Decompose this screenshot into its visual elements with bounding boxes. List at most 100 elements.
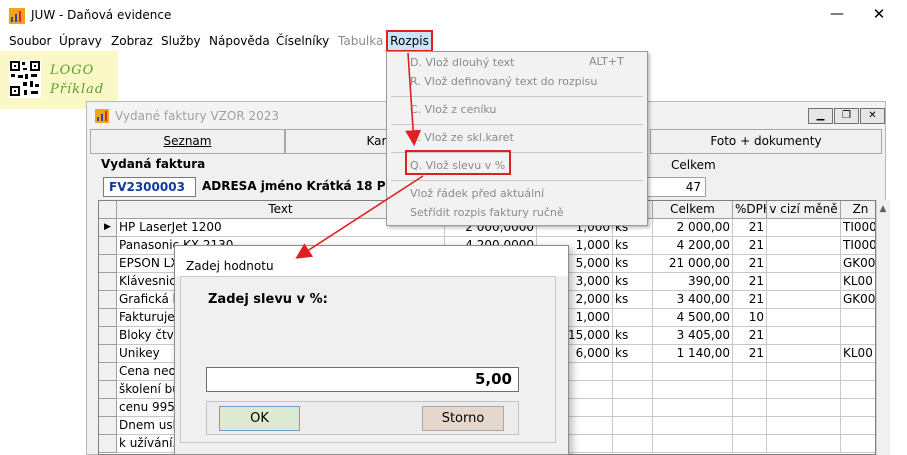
cell-vat[interactable]: 21 <box>733 237 767 255</box>
current-row-indicator-icon[interactable]: ▶ <box>99 219 117 237</box>
cell-unit[interactable] <box>613 309 653 327</box>
cell-unit[interactable] <box>613 417 653 435</box>
cell-code[interactable] <box>841 435 875 453</box>
cell-vat[interactable] <box>733 381 767 399</box>
cell-total[interactable]: 1 140,00 <box>653 345 733 363</box>
cell-code[interactable] <box>841 399 875 417</box>
cell-vat[interactable]: 21 <box>733 255 767 273</box>
grid-scrollbar[interactable] <box>876 200 890 455</box>
cell-total[interactable]: 4 200,00 <box>653 237 733 255</box>
cell-total[interactable]: 21 000,00 <box>653 255 733 273</box>
cell-code[interactable]: KL00 <box>841 345 875 363</box>
menu-rozpis[interactable]: Rozpis <box>386 30 433 52</box>
cell-total[interactable]: 4 500,00 <box>653 309 733 327</box>
window-minimize-icon[interactable]: ▁ <box>808 108 833 124</box>
cell-code[interactable] <box>841 327 875 345</box>
cell-foreign[interactable] <box>767 345 841 363</box>
cell-foreign[interactable] <box>767 291 841 309</box>
grid-header-code[interactable]: Zn <box>841 201 875 219</box>
row-indicator[interactable] <box>99 327 117 345</box>
cell-unit[interactable] <box>613 435 653 453</box>
cell-vat[interactable] <box>733 399 767 417</box>
cell-foreign[interactable] <box>767 309 841 327</box>
menu-soubor[interactable]: Soubor <box>9 34 51 48</box>
cell-vat[interactable] <box>733 435 767 453</box>
row-indicator[interactable] <box>99 363 117 381</box>
close-icon[interactable]: ✕ <box>864 3 894 27</box>
cell-total[interactable]: 3 400,00 <box>653 291 733 309</box>
cell-unit[interactable] <box>613 363 653 381</box>
cell-vat[interactable]: 21 <box>733 345 767 363</box>
grid-header-vat[interactable]: %DPH <box>733 201 767 219</box>
cell-foreign[interactable] <box>767 417 841 435</box>
cell-vat[interactable] <box>733 417 767 435</box>
row-indicator[interactable] <box>99 345 117 363</box>
cell-code[interactable]: KL00 <box>841 273 875 291</box>
cell-total[interactable] <box>653 399 733 417</box>
cell-code[interactable]: TI000 <box>841 219 875 237</box>
cell-code[interactable]: TI000 <box>841 237 875 255</box>
cell-vat[interactable]: 21 <box>733 273 767 291</box>
cell-code[interactable] <box>841 309 875 327</box>
cell-unit[interactable] <box>613 399 653 417</box>
row-indicator[interactable] <box>99 435 117 453</box>
row-indicator[interactable] <box>99 291 117 309</box>
row-indicator[interactable] <box>99 381 117 399</box>
cell-foreign[interactable] <box>767 273 841 291</box>
cell-total[interactable] <box>653 381 733 399</box>
cell-code[interactable] <box>841 417 875 435</box>
menu-upravy[interactable]: Úpravy <box>59 34 102 48</box>
cell-vat[interactable]: 21 <box>733 219 767 237</box>
cell-total[interactable] <box>653 363 733 381</box>
cell-vat[interactable]: 21 <box>733 327 767 345</box>
row-indicator[interactable] <box>99 255 117 273</box>
cell-vat[interactable]: 21 <box>733 291 767 309</box>
row-indicator[interactable] <box>99 237 117 255</box>
cell-unit[interactable]: ks <box>613 237 653 255</box>
grid-header-foreign[interactable]: v cizí měně <box>767 201 841 219</box>
grid-header-total[interactable]: Celkem <box>653 201 733 219</box>
cell-foreign[interactable] <box>767 399 841 417</box>
cell-total[interactable]: 390,00 <box>653 273 733 291</box>
cell-total[interactable]: 2 000,00 <box>653 219 733 237</box>
cell-foreign[interactable] <box>767 219 841 237</box>
cell-total[interactable]: 3 405,00 <box>653 327 733 345</box>
row-indicator[interactable] <box>99 417 117 435</box>
menuitem-vloz-definovany-text[interactable]: R. Vlož definovaný text do rozpisu <box>410 75 597 88</box>
tab-seznam[interactable]: Seznam <box>90 129 285 154</box>
menuitem-vloz-z-ceniku[interactable]: C. Vlož z ceníku <box>410 103 496 116</box>
cell-vat[interactable]: 10 <box>733 309 767 327</box>
cell-foreign[interactable] <box>767 435 841 453</box>
tab-foto-dokumenty[interactable]: Foto + dokumenty <box>650 129 882 154</box>
ok-button[interactable]: OK <box>219 406 300 431</box>
row-indicator[interactable] <box>99 273 117 291</box>
cell-total[interactable] <box>653 435 733 453</box>
window-restore-icon[interactable]: ❐ <box>834 108 859 124</box>
window-close-icon[interactable]: ✕ <box>860 108 885 124</box>
row-indicator[interactable] <box>99 399 117 417</box>
cell-unit[interactable]: ks <box>613 345 653 363</box>
minimize-icon[interactable]: — <box>822 3 852 27</box>
invoice-number-field[interactable]: FV2300003 <box>103 177 196 197</box>
cell-unit[interactable]: ks <box>613 255 653 273</box>
menuitem-vloz-ze-skl-karet[interactable]: K. Vlož ze skl.karet <box>410 131 514 144</box>
row-indicator[interactable] <box>99 309 117 327</box>
cell-foreign[interactable] <box>767 327 841 345</box>
menu-tabulka[interactable]: Tabulka <box>338 34 383 48</box>
menuitem-vloz-radek[interactable]: Vlož řádek před aktuální <box>410 187 544 200</box>
menu-zobraz[interactable]: Zobraz <box>111 34 153 48</box>
scroll-up-icon[interactable]: ▲ <box>876 201 890 217</box>
cell-foreign[interactable] <box>767 381 841 399</box>
cell-total[interactable] <box>653 417 733 435</box>
discount-input[interactable]: 5,00 <box>206 367 519 392</box>
cancel-button[interactable]: Storno <box>422 406 504 431</box>
cell-unit[interactable]: ks <box>613 291 653 309</box>
cell-code[interactable]: GK00 <box>841 255 875 273</box>
cell-code[interactable] <box>841 381 875 399</box>
menuitem-setridit-rozpis[interactable]: Setřídit rozpis faktury ručně <box>410 206 564 219</box>
cell-foreign[interactable] <box>767 363 841 381</box>
cell-code[interactable]: GK00 <box>841 291 875 309</box>
cell-foreign[interactable] <box>767 255 841 273</box>
cell-code[interactable] <box>841 363 875 381</box>
cell-unit[interactable]: ks <box>613 327 653 345</box>
